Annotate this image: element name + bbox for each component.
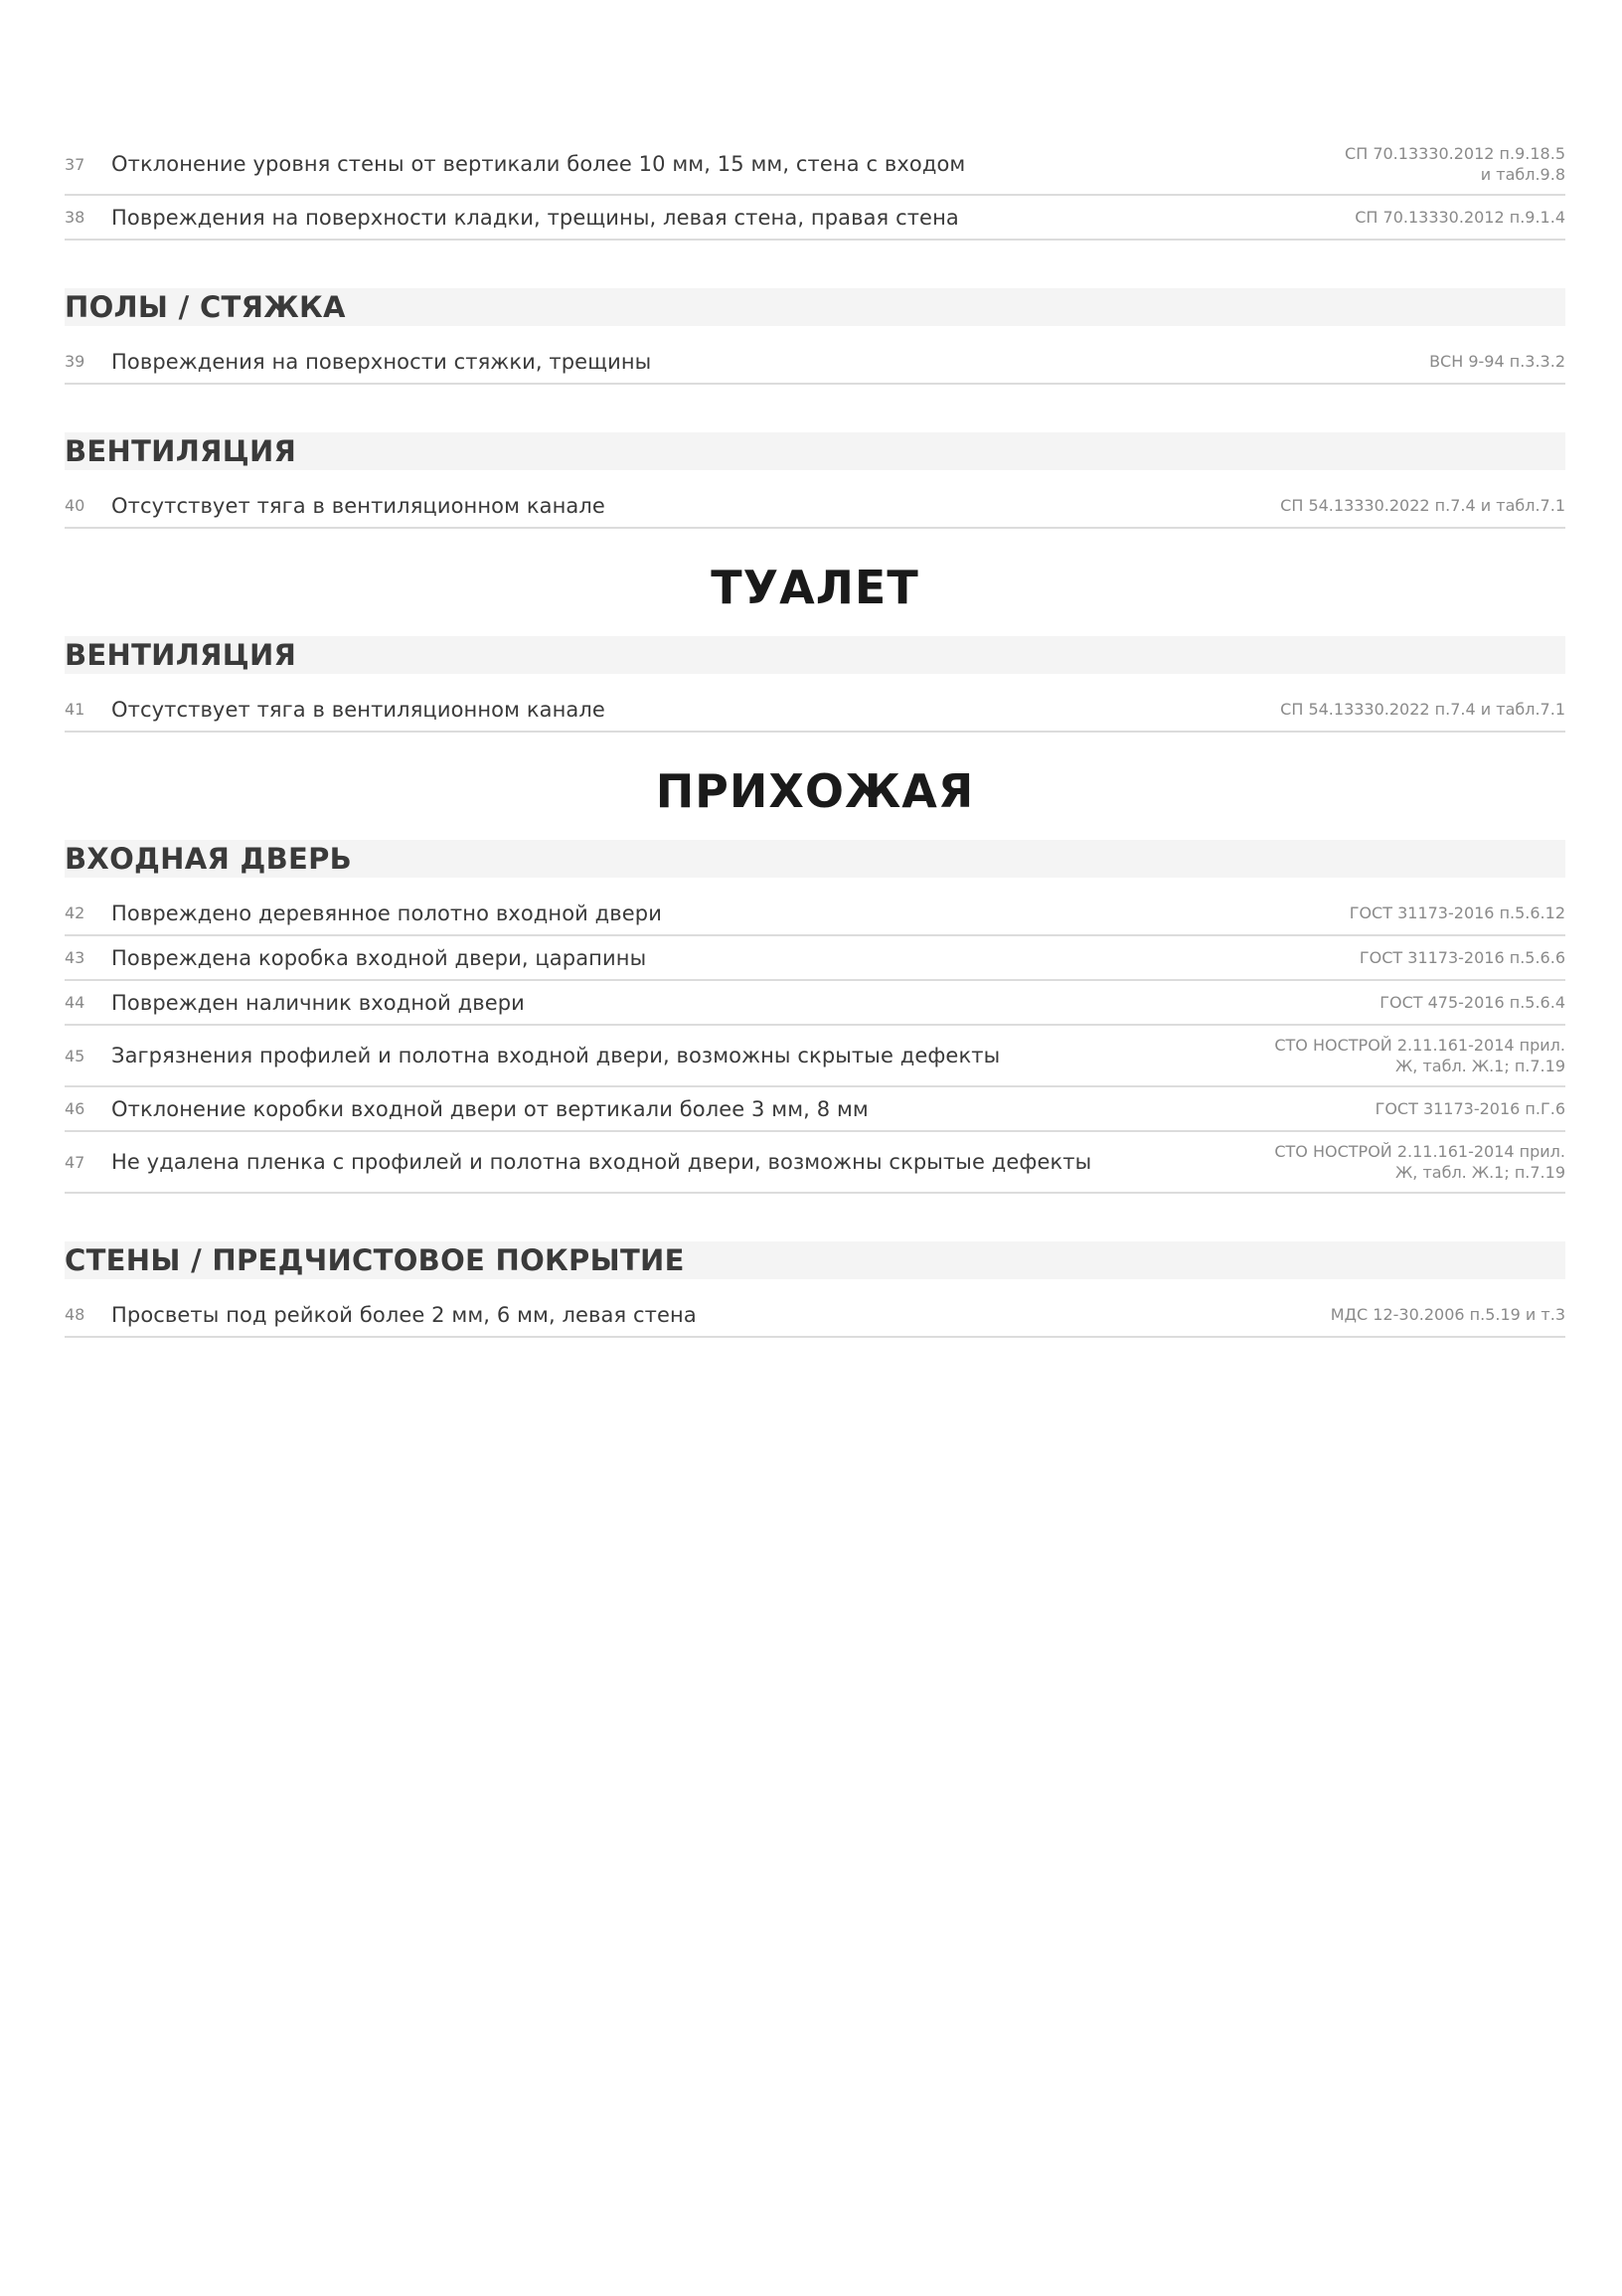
defect-row: 37 Отклонение уровня стены от вертикали …	[65, 134, 1565, 196]
defect-description: Просветы под рейкой более 2 мм, 6 мм, ле…	[111, 1302, 697, 1327]
defect-row: 40 Отсутствует тяга в вентиляционном кан…	[65, 484, 1565, 529]
section-header-walls-prefinish: СТЕНЫ / ПРЕДЧИСТОВОЕ ПОКРЫТИЕ	[65, 1241, 1565, 1279]
report-page: 37 Отклонение уровня стены от вертикали …	[0, 0, 1622, 2296]
defect-row: 43 Повреждена коробка входной двери, цар…	[65, 936, 1565, 981]
defect-reference: СТО НОСТРОЙ 2.11.161-2014 прил. Ж, табл.…	[1274, 1036, 1565, 1075]
defect-row: 46 Отклонение коробки входной двери от в…	[65, 1087, 1565, 1132]
defect-row: 45 Загрязнения профилей и полотна входно…	[65, 1026, 1565, 1087]
defect-reference: СП 70.13330.2012 п.9.1.4	[1355, 208, 1565, 227]
defect-reference: ГОСТ 475-2016 п.5.6.4	[1379, 993, 1565, 1012]
defect-row: 42 Повреждено деревянное полотно входной…	[65, 892, 1565, 936]
defect-number: 42	[65, 903, 85, 922]
section-header-floors: ПОЛЫ / СТЯЖКА	[65, 288, 1565, 326]
defect-description: Отсутствует тяга в вентиляционном канале	[111, 697, 605, 722]
defect-description: Повреждено деревянное полотно входной дв…	[111, 901, 662, 925]
defect-description: Загрязнения профилей и полотна входной д…	[111, 1044, 1001, 1067]
defect-row: 41 Отсутствует тяга в вентиляционном кан…	[65, 688, 1565, 733]
defect-number: 46	[65, 1099, 85, 1118]
defect-row: 48 Просветы под рейкой более 2 мм, 6 мм,…	[65, 1293, 1565, 1338]
section-header-ventilation: ВЕНТИЛЯЦИЯ	[65, 636, 1565, 674]
defect-reference: ГОСТ 31173-2016 п.Г.6	[1375, 1099, 1565, 1118]
defect-number: 39	[65, 352, 85, 371]
defect-reference: МДС 12-30.2006 п.5.19 и т.3	[1330, 1305, 1565, 1324]
defect-reference: ВСН 9-94 п.3.3.2	[1429, 352, 1565, 371]
defect-number: 41	[65, 700, 85, 719]
defect-row: 38 Повреждения на поверхности кладки, тр…	[65, 196, 1565, 241]
defect-number: 43	[65, 948, 85, 967]
defect-row: 47 Не удалена пленка с профилей и полотн…	[65, 1132, 1565, 1194]
room-title-hallway: ПРИХОЖАЯ	[655, 764, 975, 818]
defect-description: Не удалена пленка с профилей и полотна в…	[111, 1150, 1092, 1174]
defect-reference: ГОСТ 31173-2016 п.5.6.6	[1359, 948, 1565, 967]
defect-reference: СТО НОСТРОЙ 2.11.161-2014 прил. Ж, табл.…	[1274, 1142, 1565, 1182]
defect-row: 39 Повреждения на поверхности стяжки, тр…	[65, 340, 1565, 385]
defect-number: 44	[65, 993, 85, 1012]
defect-description: Повреждения на поверхности стяжки, трещи…	[111, 349, 652, 374]
defect-number: 37	[65, 154, 85, 174]
defect-reference: ГОСТ 31173-2016 п.5.6.12	[1349, 903, 1565, 922]
defect-number: 38	[65, 208, 85, 227]
defect-description: Поврежден наличник входной двери	[111, 990, 525, 1015]
defect-number: 47	[65, 1152, 85, 1172]
defects-list: 37 Отклонение уровня стены от вертикали …	[65, 134, 1565, 1338]
defect-reference: СП 54.13330.2022 п.7.4 и табл.7.1	[1280, 496, 1565, 515]
defect-description: Повреждена коробка входной двери, царапи…	[111, 945, 647, 970]
defect-reference: СП 54.13330.2022 п.7.4 и табл.7.1	[1280, 700, 1565, 719]
defect-reference: СП 70.13330.2012 п.9.18.5 и табл.9.8	[1345, 144, 1565, 184]
defect-description: Отсутствует тяга в вентиляционном канале	[111, 493, 605, 518]
room-title-toilet: ТУАЛЕТ	[711, 561, 919, 614]
defect-number: 40	[65, 496, 85, 515]
defect-description: Повреждения на поверхности кладки, трещи…	[111, 205, 959, 230]
defect-number: 45	[65, 1046, 85, 1066]
defect-description: Отклонение уровня стены от вертикали бол…	[111, 152, 966, 176]
section-header-entrance-door: ВХОДНАЯ ДВЕРЬ	[65, 840, 1565, 878]
defect-description: Отклонение коробки входной двери от верт…	[111, 1096, 869, 1121]
defect-row: 44 Поврежден наличник входной двери ГОСТ…	[65, 981, 1565, 1026]
section-header-ventilation: ВЕНТИЛЯЦИЯ	[65, 432, 1565, 470]
defect-number: 48	[65, 1305, 85, 1324]
